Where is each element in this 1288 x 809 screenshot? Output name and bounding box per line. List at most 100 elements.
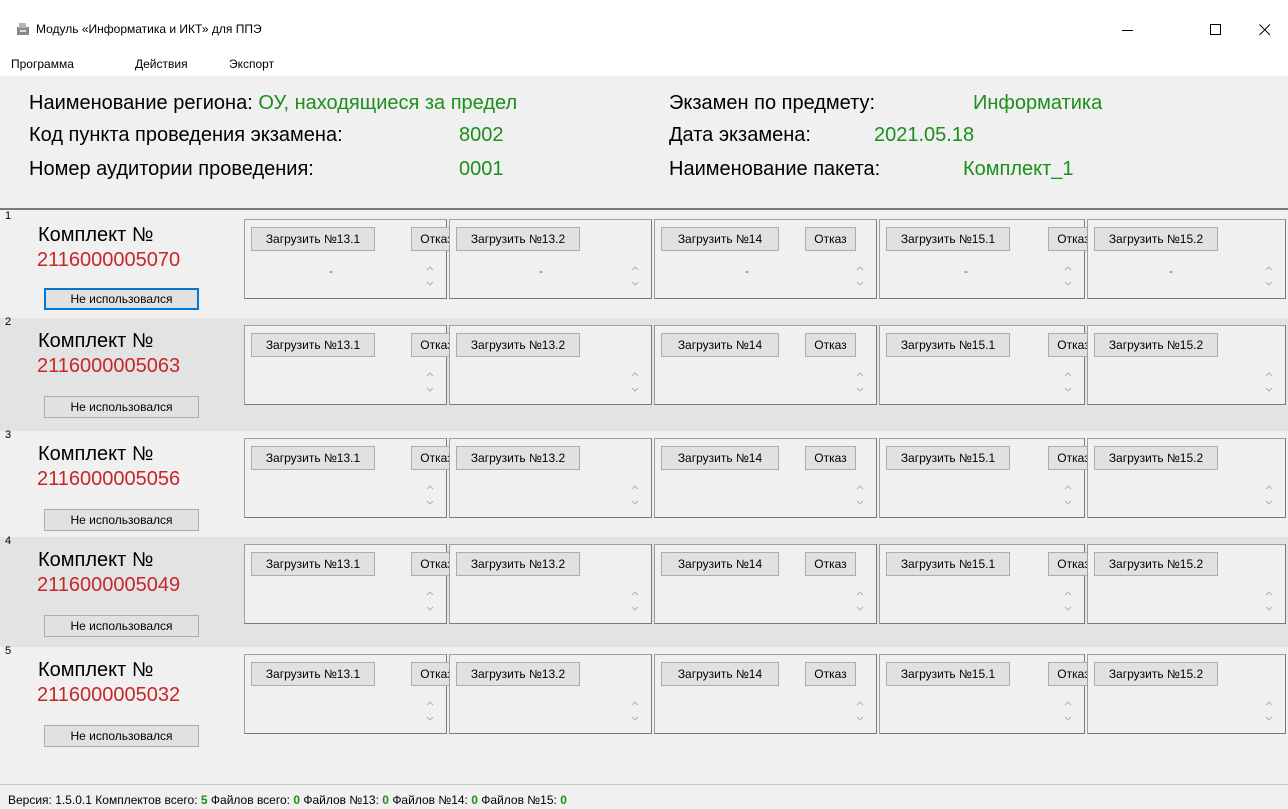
scroll-up-icon[interactable]: [1062, 698, 1074, 708]
scroll-down-icon[interactable]: [424, 498, 436, 508]
scroll-up-icon[interactable]: [629, 698, 641, 708]
scroll-up-icon[interactable]: [854, 369, 866, 379]
load-task-button[interactable]: Загрузить №13.1: [251, 446, 375, 470]
scroll-down-icon[interactable]: [424, 714, 436, 724]
load-task-button[interactable]: Загрузить №13.1: [251, 227, 375, 251]
load-task-button[interactable]: Загрузить №15.1: [886, 333, 1010, 357]
load-task-button[interactable]: Загрузить №13.1: [251, 552, 375, 576]
refuse-button[interactable]: Отказ: [805, 227, 856, 251]
scroll-up-icon[interactable]: [854, 482, 866, 492]
load-task-button[interactable]: Загрузить №14: [661, 552, 779, 576]
load-task-button[interactable]: Загрузить №14: [661, 333, 779, 357]
scroll-up-icon[interactable]: [854, 588, 866, 598]
scroll-down-icon[interactable]: [1263, 604, 1275, 614]
minimize-button[interactable]: [1105, 10, 1151, 50]
window-title: Модуль «Информатика и ИКТ» для ППЭ: [36, 22, 262, 36]
scroll-down-icon[interactable]: [1062, 385, 1074, 395]
refuse-button[interactable]: Отказ: [805, 333, 856, 357]
scroll-down-icon[interactable]: [1062, 498, 1074, 508]
scroll-down-icon[interactable]: [424, 385, 436, 395]
maximize-button[interactable]: [1193, 10, 1239, 50]
status-button[interactable]: Не использовался: [44, 396, 199, 418]
load-task-button[interactable]: Загрузить №13.1: [251, 333, 375, 357]
row-index: 2: [5, 316, 12, 328]
load-task-button[interactable]: Загрузить №15.1: [886, 446, 1010, 470]
status-button[interactable]: Не использовался: [44, 509, 199, 531]
load-task-button[interactable]: Загрузить №15.2: [1094, 227, 1218, 251]
scroll-up-icon[interactable]: [1263, 588, 1275, 598]
load-task-button[interactable]: Загрузить №15.2: [1094, 552, 1218, 576]
load-task-button[interactable]: Загрузить №14: [661, 662, 779, 686]
load-task-button[interactable]: Загрузить №13.2: [456, 662, 580, 686]
scroll-up-icon[interactable]: [854, 698, 866, 708]
scroll-up-icon[interactable]: [1062, 263, 1074, 273]
scroll-up-icon[interactable]: [424, 482, 436, 492]
scroll-up-icon[interactable]: [1263, 263, 1275, 273]
scroll-up-icon[interactable]: [1263, 369, 1275, 379]
scroll-up-icon[interactable]: [629, 482, 641, 492]
scroll-up-icon[interactable]: [424, 588, 436, 598]
scroll-down-icon[interactable]: [424, 279, 436, 289]
status-button[interactable]: Не использовался: [44, 615, 199, 637]
scroll-down-icon[interactable]: [854, 279, 866, 289]
scroll-up-icon[interactable]: [629, 369, 641, 379]
load-task-button[interactable]: Загрузить №14: [661, 227, 779, 251]
menu-actions[interactable]: Действия: [135, 57, 188, 71]
menu-bar: Программа Действия Экспорт: [0, 52, 1288, 76]
menu-program[interactable]: Программа: [11, 57, 74, 71]
scroll-down-icon[interactable]: [854, 385, 866, 395]
row-index: 3: [5, 429, 12, 441]
scroll-up-icon[interactable]: [1062, 369, 1074, 379]
scroll-down-icon[interactable]: [1263, 279, 1275, 289]
task-panel: Загрузить №15.1 Отказ: [879, 654, 1099, 734]
title-bar: Модуль «Информатика и ИКТ» для ППЭ: [0, 0, 1288, 52]
load-task-button[interactable]: Загрузить №15.1: [886, 662, 1010, 686]
scroll-up-icon[interactable]: [424, 263, 436, 273]
load-task-button[interactable]: Загрузить №15.2: [1094, 333, 1218, 357]
scroll-up-icon[interactable]: [1062, 482, 1074, 492]
task-panel: Загрузить №15.1 Отказ: [879, 544, 1099, 624]
scroll-down-icon[interactable]: [1062, 604, 1074, 614]
scroll-down-icon[interactable]: [1263, 385, 1275, 395]
scroll-down-icon[interactable]: [629, 385, 641, 395]
scroll-down-icon[interactable]: [1263, 498, 1275, 508]
scroll-down-icon[interactable]: [1062, 714, 1074, 724]
load-task-button[interactable]: Загрузить №13.2: [456, 227, 580, 251]
scroll-up-icon[interactable]: [424, 369, 436, 379]
scroll-down-icon[interactable]: [629, 714, 641, 724]
scroll-up-icon[interactable]: [629, 588, 641, 598]
scroll-up-icon[interactable]: [1062, 588, 1074, 598]
scroll-up-icon[interactable]: [424, 698, 436, 708]
status-button[interactable]: Не использовался: [44, 288, 199, 310]
scroll-down-icon[interactable]: [629, 498, 641, 508]
scroll-up-icon[interactable]: [1263, 482, 1275, 492]
scroll-down-icon[interactable]: [854, 604, 866, 614]
refuse-button[interactable]: Отказ: [805, 552, 856, 576]
task-panel: Загрузить №13.1 Отказ: [244, 654, 462, 734]
scroll-down-icon[interactable]: [854, 498, 866, 508]
load-task-button[interactable]: Загрузить №15.2: [1094, 446, 1218, 470]
load-task-button[interactable]: Загрузить №15.1: [886, 552, 1010, 576]
scroll-up-icon[interactable]: [629, 263, 641, 273]
status-button[interactable]: Не использовался: [44, 725, 199, 747]
load-task-button[interactable]: Загрузить №13.1: [251, 662, 375, 686]
kits-value: 5: [200, 793, 208, 807]
load-task-button[interactable]: Загрузить №13.2: [456, 552, 580, 576]
refuse-button[interactable]: Отказ: [805, 662, 856, 686]
load-task-button[interactable]: Загрузить №15.1: [886, 227, 1010, 251]
load-task-button[interactable]: Загрузить №13.2: [456, 333, 580, 357]
load-task-button[interactable]: Загрузить №15.2: [1094, 662, 1218, 686]
menu-export[interactable]: Экспорт: [229, 57, 274, 71]
scroll-down-icon[interactable]: [629, 279, 641, 289]
load-task-button[interactable]: Загрузить №13.2: [456, 446, 580, 470]
scroll-up-icon[interactable]: [854, 263, 866, 273]
scroll-up-icon[interactable]: [1263, 698, 1275, 708]
close-button[interactable]: [1242, 10, 1288, 50]
load-task-button[interactable]: Загрузить №14: [661, 446, 779, 470]
scroll-down-icon[interactable]: [1062, 279, 1074, 289]
scroll-down-icon[interactable]: [424, 604, 436, 614]
scroll-down-icon[interactable]: [854, 714, 866, 724]
scroll-down-icon[interactable]: [629, 604, 641, 614]
refuse-button[interactable]: Отказ: [805, 446, 856, 470]
scroll-down-icon[interactable]: [1263, 714, 1275, 724]
